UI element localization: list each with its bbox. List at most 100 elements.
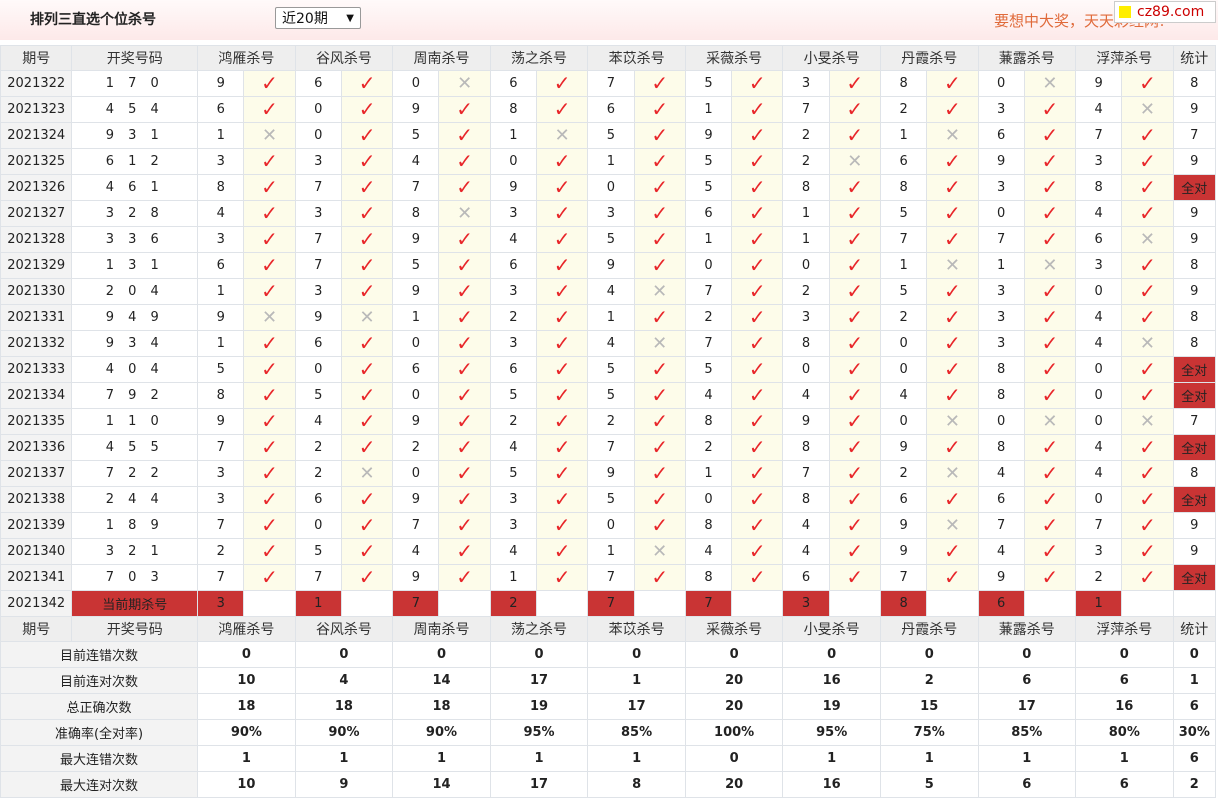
check-icon: ✓ bbox=[340, 434, 394, 461]
kill-number-cell: 4 bbox=[879, 382, 928, 409]
check-icon: ✓ bbox=[536, 200, 589, 227]
kill-number-cell: 4 bbox=[1075, 304, 1123, 331]
period-cell: 2021334 bbox=[0, 382, 73, 409]
kill-number-cell: 7 bbox=[197, 512, 245, 539]
kill-number-cell: 0 bbox=[294, 122, 342, 149]
check-icon: ✓ bbox=[340, 382, 394, 409]
kill-number-cell: 4 bbox=[977, 460, 1025, 487]
check-mark: ✓ bbox=[261, 227, 278, 251]
col-killer-header: 荡之杀号 bbox=[489, 45, 589, 71]
check-mark: ✓ bbox=[261, 279, 278, 303]
kill-number-cell: 0 bbox=[879, 356, 928, 383]
kill-number-cell: 0 bbox=[294, 512, 342, 539]
check-mark: ✓ bbox=[1139, 565, 1156, 589]
check-mark: ✓ bbox=[846, 539, 864, 563]
col-stat-header: 统计 bbox=[1172, 45, 1217, 71]
check-icon: ✓ bbox=[828, 460, 881, 487]
kill-number-cell: 3 bbox=[489, 200, 538, 227]
check-mark: ✓ bbox=[846, 435, 864, 459]
kill-number-cell: 3 bbox=[489, 486, 538, 513]
cross-mark: ✕ bbox=[457, 202, 473, 224]
check-icon: ✓ bbox=[731, 304, 784, 331]
kill-number-cell: 1 bbox=[684, 460, 733, 487]
open-number-cell: 4 5 4 bbox=[71, 96, 199, 123]
check-mark: ✓ bbox=[651, 357, 669, 381]
check-icon: ✓ bbox=[926, 434, 979, 461]
check-icon: ✓ bbox=[1121, 278, 1174, 305]
check-icon: ✓ bbox=[243, 512, 296, 539]
period-range-select[interactable]: 近20期 ▼ bbox=[275, 7, 361, 29]
check-mark: ✓ bbox=[943, 357, 961, 381]
check-icon: ✓ bbox=[731, 70, 784, 97]
kill-number-cell: 0 bbox=[1075, 382, 1123, 409]
check-mark: ✓ bbox=[1041, 331, 1059, 355]
check-mark: ✓ bbox=[651, 149, 669, 173]
kill-number-cell: 2 bbox=[587, 408, 635, 435]
check-mark: ✓ bbox=[943, 175, 961, 199]
kill-number-cell: 4 bbox=[782, 382, 830, 409]
check-icon: ✓ bbox=[828, 278, 881, 305]
cross-mark: ✕ bbox=[847, 150, 863, 172]
col-period-header: 期号 bbox=[0, 45, 73, 71]
kill-number-cell: 8 bbox=[197, 382, 245, 409]
check-mark: ✓ bbox=[358, 97, 376, 121]
check-icon: ✓ bbox=[438, 252, 491, 279]
kill-number-cell: 0 bbox=[1075, 278, 1123, 305]
cross-mark: ✕ bbox=[359, 462, 375, 484]
period-cell: 2021327 bbox=[0, 200, 73, 227]
check-icon: ✓ bbox=[828, 356, 881, 383]
current-kill-label: 当前期杀号 bbox=[71, 590, 199, 617]
kill-number-cell: 4 bbox=[587, 330, 635, 357]
kill-number-cell: 5 bbox=[684, 148, 733, 175]
kill-number-cell: 5 bbox=[197, 356, 245, 383]
stats-value: 17 bbox=[489, 667, 589, 694]
check-mark: ✓ bbox=[846, 227, 864, 251]
check-mark: ✓ bbox=[943, 201, 961, 225]
check-mark: ✓ bbox=[261, 71, 278, 95]
cross-mark: ✕ bbox=[652, 332, 668, 354]
stats-value: 16 bbox=[782, 771, 881, 798]
current-empty-cell bbox=[633, 590, 686, 617]
kill-number-cell: 5 bbox=[879, 200, 928, 227]
stats-value: 6 bbox=[977, 667, 1077, 694]
check-icon: ✓ bbox=[243, 148, 296, 175]
table-row: 2021340 3 2 1 2 ✓ 5 ✓ 4 ✓ 4 ✓ 1 ✕ 4 ✓ 4 ✓ 9 ✓ 4 ✓ 3 ✓ 9 bbox=[0, 538, 1217, 565]
page-title: 排列三直选个位杀号 bbox=[30, 12, 156, 28]
kill-number-cell: 9 bbox=[684, 122, 733, 149]
period-cell: 2021330 bbox=[0, 278, 73, 305]
table-row: 2021336 4 5 5 7 ✓ 2 ✓ 2 ✓ 4 ✓ 7 ✓ 2 ✓ 8 ✓ 9 ✓ 8 ✓ 4 ✓ 全对 bbox=[0, 434, 1217, 461]
cross-icon: ✕ bbox=[438, 200, 491, 227]
kill-number-cell: 7 bbox=[587, 70, 635, 97]
stats-row: 总正确次数 18 18 18 19 17 20 19 15 17 16 6 bbox=[0, 693, 1217, 720]
stat-cell: 全对 bbox=[1172, 564, 1217, 591]
check-icon: ✓ bbox=[1121, 538, 1174, 565]
current-stat-cell bbox=[1172, 590, 1217, 617]
check-mark: ✓ bbox=[553, 383, 571, 407]
current-empty-cell bbox=[536, 590, 589, 617]
check-icon: ✓ bbox=[438, 564, 491, 591]
check-mark: ✓ bbox=[456, 331, 473, 355]
current-kill-number: 1 bbox=[294, 590, 342, 617]
open-number-cell: 4 5 5 bbox=[71, 434, 199, 461]
kill-number-cell: 7 bbox=[197, 434, 245, 461]
current-empty-cell bbox=[828, 590, 881, 617]
kill-number-cell: 4 bbox=[1075, 330, 1123, 357]
check-mark: ✓ bbox=[358, 487, 376, 511]
kill-number-cell: 9 bbox=[392, 408, 440, 435]
stat-cell: 9 bbox=[1172, 512, 1217, 539]
kill-number-cell: 2 bbox=[294, 460, 342, 487]
stats-value: 85% bbox=[587, 719, 686, 746]
check-mark: ✓ bbox=[846, 175, 864, 199]
check-icon: ✓ bbox=[633, 486, 686, 513]
kill-number-cell: 5 bbox=[684, 174, 733, 201]
kill-number-cell: 6 bbox=[392, 356, 440, 383]
check-icon: ✓ bbox=[1023, 330, 1077, 357]
site-logo[interactable]: cz89.com bbox=[1114, 1, 1216, 23]
kill-number-cell: 5 bbox=[392, 122, 440, 149]
kill-number-cell: 2 bbox=[197, 538, 245, 565]
stat-cell: 9 bbox=[1172, 226, 1217, 253]
cross-mark: ✕ bbox=[652, 280, 668, 302]
check-icon: ✓ bbox=[1023, 226, 1077, 253]
open-number-cell: 1 8 9 bbox=[71, 512, 199, 539]
stats-value: 0 bbox=[197, 641, 296, 668]
